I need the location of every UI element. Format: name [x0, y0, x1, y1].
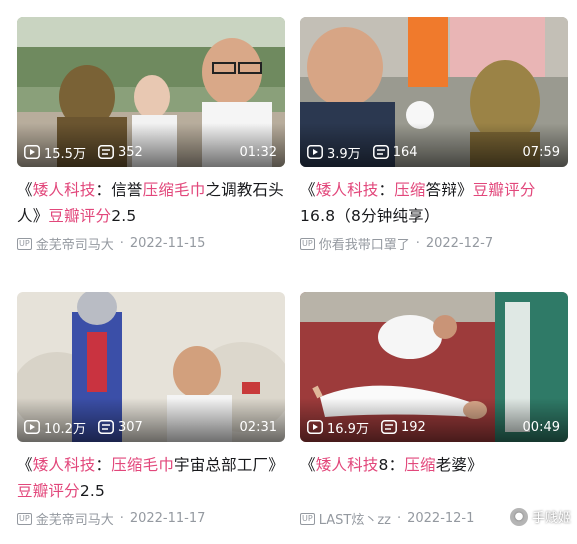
play-count-icon [307, 420, 323, 434]
title-segment: 《 [17, 181, 33, 199]
video-stats: 3.9万 164 07:59 [307, 142, 560, 162]
video-title[interactable]: 《矮人科技：压缩毛巾宇宙总部工厂》豆瓣评分2.5 [17, 452, 285, 504]
danmaku-count: 164 [372, 144, 418, 160]
view-count: 15.5万 [24, 143, 86, 162]
title-highlight: 豆瓣评分 [48, 207, 112, 225]
danmaku-icon [372, 145, 389, 159]
title-highlight: 矮人科技 [315, 456, 379, 474]
uploader-name[interactable]: 金芜帝司马大 [36, 509, 114, 528]
title-segment: 老婆》 [435, 456, 483, 474]
title-highlight: 压缩毛巾 [111, 456, 175, 474]
view-count: 16.9万 [307, 418, 369, 437]
title-segment: 《 [300, 181, 316, 199]
video-thumbnail[interactable]: 10.2万 307 02:31 [17, 292, 285, 442]
video-stats: 15.5万 352 01:32 [24, 142, 277, 162]
danmaku-icon [98, 145, 114, 159]
title-highlight: 豆瓣评分 [472, 181, 536, 199]
danmaku-icon [381, 420, 397, 434]
danmaku-count: 192 [381, 420, 426, 435]
upload-date: 2022-11-17 [129, 511, 206, 526]
title-segment: ：信誉 [95, 181, 143, 199]
play-count-icon [24, 145, 40, 159]
danmaku-count-text: 307 [117, 419, 143, 435]
uploader-name[interactable]: 你看我带口罩了 [319, 234, 410, 253]
video-card[interactable]: 3.9万 164 07:59 《矮人科技：压缩答辩》豆瓣评分 16.8（8分钟纯享… [300, 17, 568, 253]
separator-dot: · [119, 511, 124, 526]
danmaku-count: 307 [98, 420, 143, 435]
play-count-icon [24, 420, 40, 434]
video-thumbnail[interactable]: 15.5万 352 01:32 [17, 17, 285, 167]
video-duration: 07:59 [522, 144, 560, 160]
video-thumbnail[interactable]: 3.9万 164 07:59 [300, 17, 568, 167]
title-highlight: 压缩 [394, 181, 426, 199]
watermark-logo-icon: ● [509, 507, 528, 526]
title-segment: ： [378, 181, 395, 199]
title-highlight: 压缩毛巾 [142, 181, 206, 199]
danmaku-count-text: 192 [400, 419, 426, 435]
danmaku-count: 352 [98, 145, 143, 160]
title-segment: 8： [378, 456, 405, 474]
video-duration: 02:31 [239, 419, 277, 435]
up-badge: UP [17, 237, 32, 250]
view-count-text: 3.9万 [327, 146, 361, 162]
watermark: ● 手贱姬 [509, 507, 571, 526]
video-meta: UP 金芜帝司马大 · 2022-11-17 [17, 509, 285, 528]
upload-date: 2022-12-1 [407, 511, 475, 526]
separator-dot: · [415, 236, 420, 251]
view-count-text: 10.2万 [44, 421, 86, 437]
play-count-icon [307, 145, 323, 159]
title-highlight: 豆瓣评分 [17, 482, 80, 500]
title-segment: 宇宙总部工厂》 [174, 456, 284, 474]
title-segment: 2.5 [79, 482, 106, 500]
upload-date: 2022-11-15 [129, 236, 206, 251]
title-segment: 《 [300, 456, 316, 474]
title-segment: 《 [17, 456, 33, 474]
title-highlight: 矮人科技 [315, 181, 379, 199]
video-meta: UP 你看我带口罩了 · 2022-12-7 [300, 234, 568, 253]
danmaku-icon [98, 420, 114, 434]
video-title[interactable]: 《矮人科技8：压缩老婆》 [300, 452, 568, 504]
video-card[interactable]: 16.9万 192 00:49 《矮人科技8：压缩老婆》 UP LAST炫丶zz… [300, 292, 568, 528]
video-meta: UP 金芜帝司马大 · 2022-11-15 [17, 234, 285, 253]
title-segment: ： [95, 456, 112, 474]
up-badge: UP [300, 512, 315, 525]
video-title[interactable]: 《矮人科技：压缩答辩》豆瓣评分 16.8（8分钟纯享） [300, 177, 568, 229]
title-highlight: 矮人科技 [32, 456, 96, 474]
separator-dot: · [119, 236, 124, 251]
up-badge: UP [300, 237, 315, 250]
video-duration: 01:32 [239, 144, 277, 160]
uploader-name[interactable]: LAST炫丶zz [319, 509, 391, 528]
view-count-text: 15.5万 [44, 146, 86, 162]
video-card[interactable]: 10.2万 307 02:31 《矮人科技：压缩毛巾宇宙总部工厂》豆瓣评分2.5… [17, 292, 285, 528]
view-count-text: 16.9万 [327, 421, 369, 437]
danmaku-count-text: 352 [117, 144, 143, 160]
separator-dot: · [396, 511, 402, 526]
title-segment: 16.8（8分钟纯享） [300, 207, 440, 225]
danmaku-count-text: 164 [392, 144, 418, 160]
video-thumbnail[interactable]: 16.9万 192 00:49 [300, 292, 568, 442]
view-count: 10.2万 [24, 418, 86, 437]
video-stats: 10.2万 307 02:31 [24, 417, 277, 437]
video-title[interactable]: 《矮人科技：信誉压缩毛巾之调教石头人》豆瓣评分2.5 [17, 177, 285, 229]
video-stats: 16.9万 192 00:49 [307, 417, 560, 437]
title-highlight: 矮人科技 [32, 181, 96, 199]
view-count: 3.9万 [307, 143, 361, 162]
uploader-name[interactable]: 金芜帝司马大 [36, 234, 114, 253]
video-duration: 00:49 [522, 419, 560, 435]
title-segment: 答辩》 [425, 181, 473, 199]
title-segment: 2.5 [111, 207, 137, 225]
watermark-text: 手贱姬 [531, 511, 571, 526]
title-highlight: 压缩 [404, 456, 436, 474]
up-badge: UP [17, 512, 32, 525]
upload-date: 2022-12-7 [425, 236, 494, 251]
video-card[interactable]: 15.5万 352 01:32 《矮人科技：信誉压缩毛巾之调教石头人》豆瓣评分2… [17, 17, 285, 253]
